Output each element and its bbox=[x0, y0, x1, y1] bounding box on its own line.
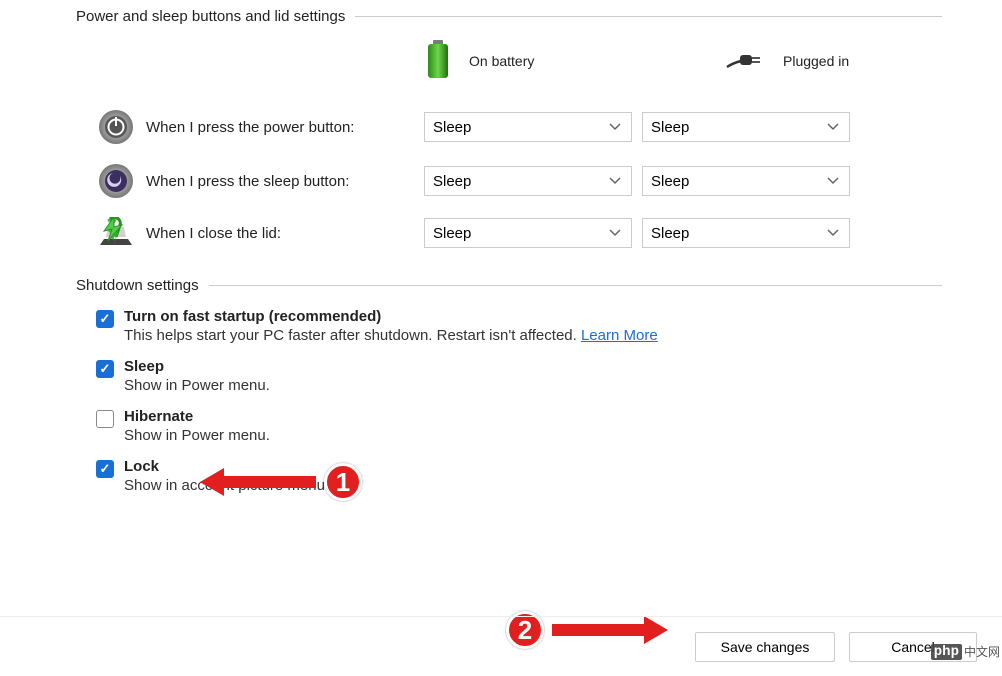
arrow-left-icon bbox=[200, 460, 324, 504]
annotation-1: 1 bbox=[200, 460, 362, 504]
row-label: When I close the lid: bbox=[146, 225, 412, 242]
row-lid: When I close the lid: Sleep Sleep bbox=[0, 217, 1002, 249]
option-fast-startup: ✓ Turn on fast startup (recommended) Thi… bbox=[96, 308, 1002, 344]
checkbox-fast-startup[interactable]: ✓ bbox=[96, 310, 114, 328]
learn-more-link[interactable]: Learn More bbox=[581, 327, 658, 344]
row-power-button: When I press the power button: Sleep Sle… bbox=[0, 109, 1002, 145]
footer-bar: Save changes Cancel bbox=[0, 616, 1002, 676]
column-header-plugged: Plugged in bbox=[725, 45, 925, 78]
option-subtext: This helps start your PC faster after sh… bbox=[124, 327, 658, 344]
option-subtext: Show in Power menu. bbox=[124, 377, 270, 394]
plug-icon bbox=[725, 45, 765, 78]
checkbox-sleep[interactable]: ✓ bbox=[96, 360, 114, 378]
option-subtext: Show in Power menu. bbox=[124, 427, 270, 444]
divider bbox=[209, 285, 942, 286]
row-label: When I press the sleep button: bbox=[146, 173, 412, 190]
sleep-button-icon bbox=[86, 163, 146, 199]
sleep-button-battery-select[interactable]: Sleep bbox=[424, 166, 632, 196]
option-hibernate: Hibernate Show in Power menu. bbox=[96, 408, 1002, 444]
lid-battery-select[interactable]: Sleep bbox=[424, 218, 632, 248]
checkbox-hibernate[interactable] bbox=[96, 410, 114, 428]
column-label: Plugged in bbox=[783, 53, 849, 69]
watermark-text: 中文网 bbox=[964, 643, 1000, 660]
column-label: On battery bbox=[469, 53, 534, 69]
option-title: Sleep bbox=[124, 358, 270, 375]
option-title: Turn on fast startup (recommended) bbox=[124, 308, 658, 325]
section-title: Shutdown settings bbox=[76, 277, 199, 294]
lid-plugged-select[interactable]: Sleep bbox=[642, 218, 850, 248]
save-changes-button[interactable]: Save changes bbox=[695, 632, 835, 662]
column-header-battery: On battery bbox=[425, 40, 625, 83]
section-header-power-lid: Power and sleep buttons and lid settings bbox=[76, 8, 942, 25]
sleep-button-plugged-select[interactable]: Sleep bbox=[642, 166, 850, 196]
row-sleep-button: When I press the sleep button: Sleep Sle… bbox=[0, 163, 1002, 199]
section-header-shutdown: Shutdown settings bbox=[76, 277, 942, 294]
power-button-battery-select[interactable]: Sleep bbox=[424, 112, 632, 142]
option-sleep: ✓ Sleep Show in Power menu. bbox=[96, 358, 1002, 394]
watermark: php 中文网 bbox=[931, 643, 1000, 660]
section-title: Power and sleep buttons and lid settings bbox=[76, 8, 345, 25]
checkbox-lock[interactable]: ✓ bbox=[96, 460, 114, 478]
row-label: When I press the power button: bbox=[146, 119, 412, 136]
power-button-icon bbox=[86, 109, 146, 145]
power-button-plugged-select[interactable]: Sleep bbox=[642, 112, 850, 142]
lid-icon bbox=[86, 217, 146, 249]
watermark-logo: php bbox=[931, 644, 962, 660]
divider bbox=[355, 16, 942, 17]
column-headers: On battery Plugged in bbox=[425, 31, 1002, 91]
annotation-badge-1: 1 bbox=[324, 463, 362, 501]
battery-icon bbox=[425, 40, 451, 83]
option-title: Hibernate bbox=[124, 408, 270, 425]
